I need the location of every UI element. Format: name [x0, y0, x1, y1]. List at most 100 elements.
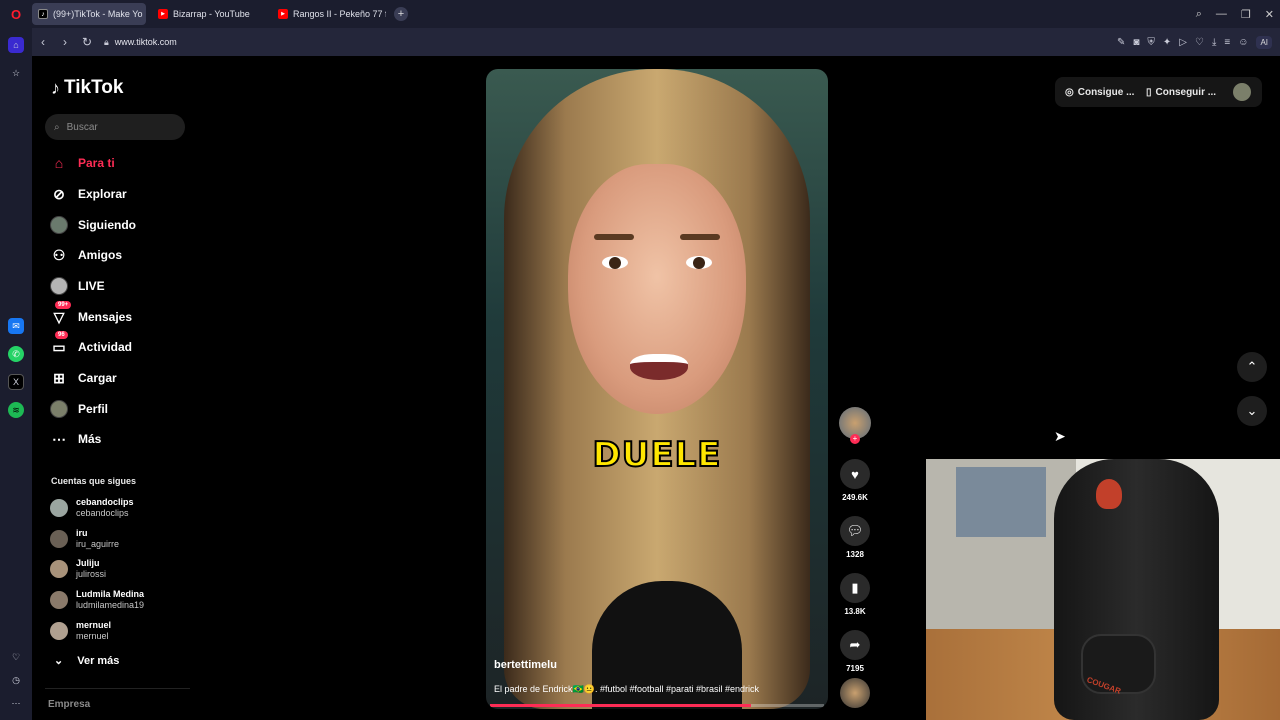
extension-icon[interactable]: ✦ [1163, 37, 1171, 48]
share-icon[interactable]: ➦ [840, 630, 870, 660]
nav-item-mensajes[interactable]: ▽ 99+ Mensajes [50, 301, 132, 329]
url-field[interactable]: www.tiktok.com [115, 37, 177, 47]
save-action[interactable]: ▮ 13.8K [838, 573, 872, 616]
get-coins-button[interactable]: ◎ Consigue ... [1065, 80, 1134, 104]
messages-badge: 99+ [55, 301, 72, 309]
nav-item-cargar[interactable]: ⊞ Cargar [50, 366, 117, 390]
history-icon[interactable]: ◷ [8, 672, 24, 688]
footer-link-empresa[interactable]: Empresa [48, 699, 90, 710]
creator-avatar[interactable]: + [839, 407, 871, 444]
video-player[interactable]: DUELE bertettimelu El padre de Endrick🇧🇷… [486, 69, 828, 709]
get-coins-label: Consigue ... [1077, 86, 1135, 98]
lock-icon[interactable]: 🔒︎ [104, 37, 109, 48]
browser-tab-bar: O ♪ (99+)TikTok - Make Yo ▶ Bizarrap - Y… [0, 0, 1280, 28]
opera-logo-icon[interactable]: O [0, 0, 32, 28]
mouse-cursor-icon: ➤ [1054, 428, 1066, 444]
avatar [50, 560, 68, 578]
chevron-down-icon: ⌄ [54, 655, 64, 667]
heart-icon[interactable]: ♡ [1195, 37, 1204, 48]
nav-item-actividad[interactable]: ▭ 96 Actividad [50, 331, 132, 359]
heart-icon[interactable]: ♡ [8, 649, 24, 665]
nav-item-para-ti[interactable]: ⌂ Para ti [50, 151, 115, 175]
following-item[interactable]: Juliju julirossi [50, 557, 106, 581]
nav-item-mas[interactable]: ⋯ Más [50, 427, 101, 451]
nav-item-live[interactable]: LIVE [50, 274, 105, 298]
nav-item-explorar[interactable]: ⊘ Explorar [50, 182, 127, 206]
following-name: Juliju [76, 558, 100, 568]
nav-item-perfil[interactable]: Perfil [50, 397, 108, 421]
following-item[interactable]: mernuel mernuel [50, 619, 111, 643]
following-name: Ludmila Medina [76, 589, 145, 599]
edit-icon[interactable]: ✎ [1117, 37, 1125, 48]
maximize-icon[interactable]: ❐ [1241, 8, 1251, 21]
nav-label: Explorar [78, 187, 127, 201]
reload-icon[interactable]: ↻ [76, 35, 98, 49]
menu-icon[interactable]: ≡ [1224, 37, 1230, 48]
search-tabs-icon[interactable]: ⌕ [1196, 8, 1202, 21]
following-name: cebandoclips [76, 497, 134, 507]
comment-action[interactable]: 💬︎ 1328 [838, 516, 872, 559]
heart-icon[interactable]: ♥ [840, 459, 870, 489]
tab-bizarrap[interactable]: ▶ Bizarrap - YouTube [152, 3, 266, 25]
profile-icon [50, 400, 68, 418]
youtube-icon: ▶ [278, 9, 288, 19]
following-item[interactable]: cebandoclips cebandoclips [50, 496, 134, 520]
download-icon[interactable]: ⤓ [1212, 37, 1216, 48]
activity-badge: 96 [55, 331, 68, 339]
ai-button[interactable]: AI [1256, 35, 1272, 49]
follow-plus-icon[interactable]: + [850, 434, 860, 444]
back-icon[interactable]: ‹ [32, 35, 54, 49]
nav-label: Amigos [78, 248, 123, 262]
more-icon[interactable]: ⋯ [8, 695, 24, 711]
camera-icon[interactable]: ◙ [1133, 37, 1139, 48]
comment-icon[interactable]: 💬︎ [840, 516, 870, 546]
x-icon[interactable]: X [8, 374, 24, 390]
close-icon[interactable]: ✕ [1265, 8, 1274, 21]
video-progress-bar[interactable] [490, 704, 824, 707]
star-icon[interactable]: ☆ [8, 65, 24, 81]
home-icon[interactable]: ⌂ [8, 37, 24, 53]
spotify-icon[interactable]: ≋ [8, 402, 24, 418]
new-tab-button[interactable]: + [394, 7, 408, 21]
account-icon[interactable]: ☺ [1238, 37, 1248, 48]
video-actions: + ♥ 249.6K 💬︎ 1328 ▮ 13.8K ➦ 7195 [838, 407, 872, 673]
live-icon [50, 277, 68, 295]
video-description[interactable]: El padre de Endrick🇧🇷😐. #futbol #footbal… [494, 684, 759, 695]
forward-icon[interactable]: › [54, 35, 76, 49]
avatar[interactable] [1233, 83, 1251, 101]
nav-item-amigos[interactable]: ⚇ Amigos [50, 243, 122, 267]
following-handle: julirossi [76, 569, 107, 579]
avatar [50, 591, 68, 609]
shield-icon[interactable]: ⛨ [1147, 37, 1155, 48]
share-action[interactable]: ➦ 7195 [838, 630, 872, 673]
nav-label: Para ti [78, 156, 115, 170]
see-more-button[interactable]: ⌄ Ver más [54, 654, 119, 668]
bookmark-icon[interactable]: ▮ [840, 573, 870, 603]
eye [686, 256, 712, 269]
music-disc-icon[interactable] [840, 678, 870, 708]
next-video-button[interactable]: ⌄ [1237, 396, 1267, 426]
following-name: mernuel [76, 620, 112, 630]
following-item[interactable]: Ludmila Medina ludmilamedina19 [50, 588, 144, 612]
messenger-icon[interactable]: ✉ [8, 318, 24, 334]
nav-label: Cargar [78, 371, 117, 385]
tiktok-logo[interactable]: ♪ TikTok [51, 77, 123, 99]
tab-label: (99+)TikTok - Make Yo [53, 9, 143, 19]
video-username[interactable]: bertettimelu [494, 659, 557, 671]
minimize-icon[interactable]: — [1216, 8, 1227, 20]
brow [594, 234, 634, 240]
get-app-button[interactable]: ▯ Conseguir ... [1146, 80, 1216, 104]
following-item[interactable]: iru iru_aguirre [50, 527, 119, 551]
previous-video-button[interactable]: ⌃ [1237, 352, 1267, 382]
following-avatar-icon [50, 216, 68, 234]
play-icon[interactable]: ▷ [1179, 37, 1187, 48]
whatsapp-icon[interactable]: ✆ [8, 346, 24, 362]
tab-tiktok[interactable]: ♪ (99+)TikTok - Make Yo [32, 3, 146, 25]
tab-rangos[interactable]: ▶ Rangos II - Pekeño 77 ft. C [272, 3, 386, 25]
tab-label: Bizarrap - YouTube [173, 9, 250, 19]
chair-logo-icon [1096, 479, 1122, 509]
nav-item-siguiendo[interactable]: Siguiendo [50, 213, 136, 237]
search-input[interactable]: ⌕ Buscar [45, 114, 185, 140]
comment-count: 1328 [846, 550, 864, 559]
like-action[interactable]: ♥ 249.6K [838, 459, 872, 502]
